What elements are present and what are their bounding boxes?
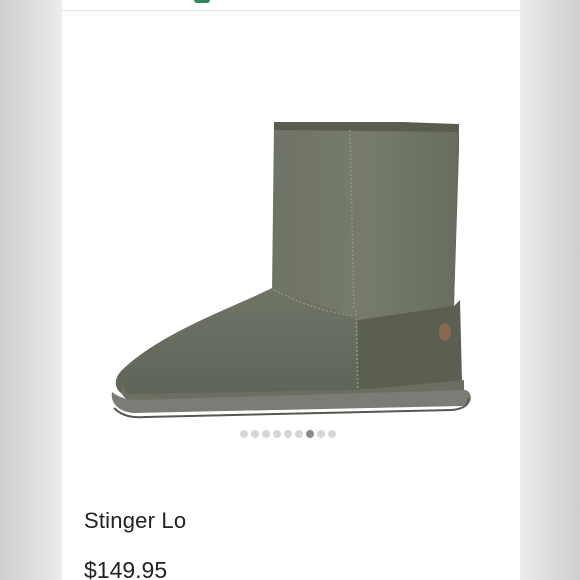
- product-title[interactable]: Stinger Lo: [84, 508, 186, 534]
- product-image[interactable]: [102, 110, 482, 430]
- carousel-dots: [240, 429, 336, 439]
- product-price: $149.95: [84, 557, 168, 580]
- brand-tag-icon: [439, 323, 451, 341]
- listing-card: Stinger Lo $149.95: [62, 0, 520, 580]
- boot-shaft: [272, 124, 458, 320]
- top-bar: [62, 0, 520, 11]
- carousel-dot[interactable]: [295, 430, 303, 438]
- carousel-dot[interactable]: [273, 430, 281, 438]
- tab-indicator: [194, 0, 210, 3]
- carousel-dot[interactable]: [262, 430, 270, 438]
- carousel-dot[interactable]: [251, 430, 259, 438]
- background-left: [0, 0, 62, 580]
- carousel-dot[interactable]: [240, 430, 248, 438]
- background-right: [520, 0, 580, 580]
- carousel-dot[interactable]: [317, 430, 325, 438]
- carousel-dot[interactable]: [284, 430, 292, 438]
- carousel-dot[interactable]: [328, 430, 336, 438]
- carousel-dot[interactable]: [306, 430, 314, 438]
